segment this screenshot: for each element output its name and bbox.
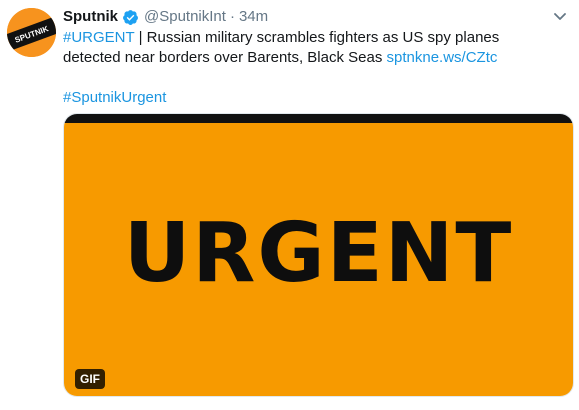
avatar[interactable]: SPUTNIK bbox=[7, 8, 56, 57]
tweet-card[interactable]: SPUTNIK Sputnik @SputnikInt · 34m #URGEN… bbox=[0, 0, 579, 410]
author-handle[interactable]: @SputnikInt bbox=[144, 7, 226, 27]
verified-badge-icon bbox=[122, 9, 139, 26]
tweet-line-3: #SputnikUrgent bbox=[63, 88, 563, 108]
author-name[interactable]: Sputnik bbox=[63, 7, 118, 27]
separator-dot: · bbox=[229, 8, 235, 25]
gif-media-card[interactable]: URGENT GIF bbox=[63, 113, 574, 397]
tweet-line-2: detected near borders over Barents, Blac… bbox=[63, 48, 563, 68]
chevron-down-icon[interactable] bbox=[552, 9, 568, 25]
sputnik-logo-icon: SPUTNIK bbox=[7, 8, 56, 57]
gif-badge: GIF bbox=[75, 369, 105, 389]
timestamp[interactable]: 34m bbox=[239, 7, 268, 27]
tweet-text: #URGENT | Russian military scrambles fig… bbox=[63, 28, 563, 108]
hashtag-urgent-link[interactable]: #URGENT bbox=[63, 29, 134, 46]
tweet-line-1-text: | Russian military scrambles fighters as… bbox=[134, 29, 500, 46]
tweet-line-1: #URGENT | Russian military scrambles fig… bbox=[63, 28, 563, 48]
tweet-header: Sputnik @SputnikInt · 34m bbox=[63, 7, 268, 27]
tweet-line-2-text: detected near borders over Barents, Blac… bbox=[63, 49, 387, 66]
media-headline: URGENT bbox=[123, 206, 514, 301]
short-link[interactable]: sptnkne.ws/CZtc bbox=[387, 49, 498, 66]
hashtag-sputnikurgent-link[interactable]: #SputnikUrgent bbox=[63, 89, 166, 106]
media-top-bar bbox=[64, 114, 573, 123]
